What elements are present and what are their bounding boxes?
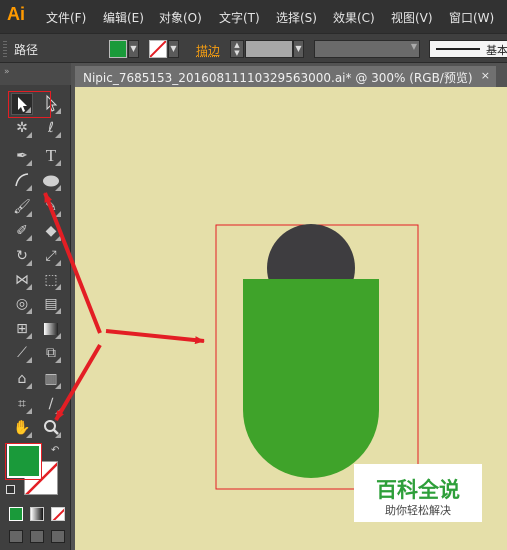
stroke-line-preview: [436, 48, 480, 50]
eraser-tool[interactable]: ◆: [40, 220, 62, 242]
document-tab-bar: Nipic_7685153_20160811110329563000.ai* @…: [71, 63, 507, 87]
menu-bar: Ai 文件(F) 编辑(E) 对象(O) 文字(T) 选择(S) 效果(C) 视…: [0, 0, 507, 33]
document-tab[interactable]: Nipic_7685153_20160811110329563000.ai* @…: [75, 66, 496, 87]
fill-color-swatch[interactable]: [109, 40, 127, 58]
stroke-label[interactable]: 描边: [196, 42, 220, 59]
draw-normal-button[interactable]: [9, 530, 23, 543]
column-graph-tool[interactable]: ▥: [40, 368, 62, 390]
scale-tool[interactable]: ⤢: [40, 245, 62, 267]
pen-tool[interactable]: ✒: [11, 145, 33, 167]
gradient-mode-button[interactable]: [30, 507, 44, 521]
tools-panel-header: »: [0, 63, 71, 85]
menu-view[interactable]: 视图(V): [391, 9, 433, 26]
menu-window[interactable]: 窗口(W): [449, 9, 494, 26]
stroke-weight-stepper[interactable]: ▲ ▼: [230, 40, 244, 58]
zoom-tool[interactable]: [40, 417, 62, 439]
fill-dropdown[interactable]: ▼: [128, 40, 139, 58]
brush-definition[interactable]: 基本: [429, 40, 507, 58]
menu-effect[interactable]: 效果(C): [333, 9, 375, 26]
gradient-icon: [44, 323, 58, 335]
hand-tool[interactable]: ✋: [11, 417, 33, 439]
no-stroke-icon: [150, 41, 166, 57]
panel-grip[interactable]: [3, 41, 7, 57]
variable-width-profile[interactable]: ▼: [314, 40, 420, 58]
lasso-tool[interactable]: ℓ: [40, 117, 62, 139]
watermark-subtitle: 助你轻松解决: [385, 504, 451, 517]
stroke-weight-field[interactable]: [245, 40, 293, 58]
default-fill-stroke-icon[interactable]: [6, 485, 15, 494]
close-icon[interactable]: ×: [481, 69, 490, 82]
document-title: Nipic_7685153_20160811110329563000.ai* @…: [83, 71, 473, 85]
line-segment-tool[interactable]: [11, 170, 33, 192]
shape-builder-tool[interactable]: ◎: [11, 293, 33, 315]
stroke-weight-dropdown[interactable]: ▼: [293, 40, 304, 58]
tools-panel: » ✲ ℓ ✒ T 🖌 ✎ ✐ ◆ ↻ ⤢ ⋈ ⬚ ◎ ▤ ⊞ ⟋ ⧉ ⌂ ▥ …: [0, 63, 71, 550]
rotate-tool[interactable]: ↻: [11, 245, 33, 267]
draw-behind-button[interactable]: [30, 530, 44, 543]
slice-tool[interactable]: ∕: [40, 393, 62, 415]
menu-select[interactable]: 选择(S): [276, 9, 317, 26]
perspective-grid-tool[interactable]: ▤: [40, 293, 62, 315]
watermark-logo: 百科全说 助你轻松解决: [354, 464, 482, 522]
menu-file[interactable]: 文件(F): [46, 9, 86, 26]
app-logo: Ai: [7, 4, 25, 24]
mesh-tool[interactable]: ⊞: [11, 318, 33, 340]
collapse-icon[interactable]: »: [4, 67, 10, 77]
ellipse-icon: [43, 175, 59, 187]
symbol-sprayer-tool[interactable]: ⌂: [11, 368, 33, 390]
menu-edit[interactable]: 编辑(E): [103, 9, 144, 26]
selection-tool-highlight: [8, 91, 51, 118]
magnifier-icon: [44, 420, 59, 435]
paintbrush-tool[interactable]: 🖌: [11, 196, 33, 218]
stroke-color-swatch[interactable]: [149, 40, 167, 58]
color-mode-button[interactable]: [9, 507, 23, 521]
width-tool[interactable]: ⋈: [11, 269, 33, 291]
menu-object[interactable]: 对象(O): [159, 9, 202, 26]
watermark-title: 百科全说: [376, 478, 460, 502]
magic-wand-tool[interactable]: ✲: [11, 117, 33, 139]
arc-icon: [15, 173, 29, 187]
chevron-down-icon: ▼: [410, 42, 417, 51]
selection-type-label: 路径: [14, 43, 39, 57]
blob-brush-tool[interactable]: ✐: [11, 220, 33, 242]
free-transform-tool[interactable]: ⬚: [40, 269, 62, 291]
none-icon: [52, 508, 64, 520]
pencil-tool[interactable]: ✎: [40, 196, 62, 218]
control-bar: 路径 ▼ ▼ 描边 ▲ ▼ ▼ ▼ 基本: [0, 33, 507, 63]
none-mode-button[interactable]: [51, 507, 65, 521]
stroke-dropdown[interactable]: ▼: [168, 40, 179, 58]
illustrator-window: Ai 文件(F) 编辑(E) 对象(O) 文字(T) 选择(S) 效果(C) 视…: [0, 0, 507, 550]
stroke-profile-label: 基本: [486, 44, 507, 57]
menu-type[interactable]: 文字(T): [219, 9, 260, 26]
draw-inside-button[interactable]: [51, 530, 65, 543]
swap-fill-stroke-icon[interactable]: ↶: [51, 445, 59, 456]
blend-tool[interactable]: ⧉: [40, 342, 62, 364]
artboard-tool[interactable]: ⌗: [11, 393, 33, 415]
eyedropper-tool[interactable]: ⟋: [11, 342, 33, 364]
ellipse-tool[interactable]: [40, 170, 62, 192]
type-tool[interactable]: T: [40, 145, 62, 167]
fill-box[interactable]: [7, 444, 41, 478]
gradient-tool[interactable]: [40, 318, 62, 340]
